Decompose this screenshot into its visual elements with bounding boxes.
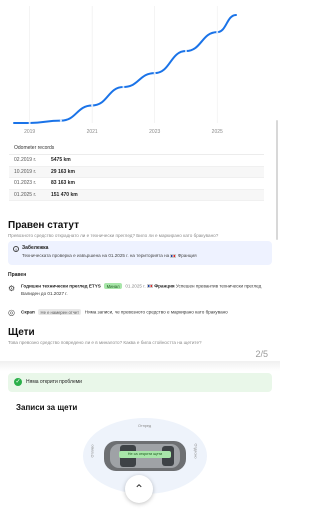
chevron-up-icon: ⌃ [133,482,145,496]
odometer-value: 29 163 km [51,168,75,175]
inspection-date: 01.2025 г. [125,283,146,289]
mileage-point [59,119,63,122]
damage-subtitle: Това превозно средство повредено ли е в … [8,340,202,345]
no-damage-badge: Не са открити щети [119,451,171,458]
note-text: Техническата проверка е извършена на 01.… [22,253,266,258]
legal-label: Правен [8,272,27,278]
mileage-point [122,85,125,89]
mileage-point [153,72,156,75]
page-indicator: 2/5 [255,349,268,359]
mileage-line [13,14,237,125]
odometer-row: 02.2019 г. 5475 km [9,155,264,167]
scrap-badge: Не е намерен отчет [38,309,82,315]
car-left-label: Отляво [90,444,95,458]
scrap-text: Няма записи, че превозното средство е ма… [84,309,228,315]
inspection-text: Успешен превантив технически преглед [175,283,262,289]
wrench-icon: ⚙ [8,284,16,293]
inspection-badge: Минал [104,283,123,289]
odometer-date: 01.2025 г. [14,191,37,198]
damage-title: Щети [8,327,35,338]
mileage-point [91,104,94,107]
mileage-point [184,49,188,53]
damage-records-title: Записи за щети [16,403,78,412]
info-icon: i [13,246,19,252]
legal-status-title: Правен статут [8,220,80,231]
target-icon: ◎ [8,308,15,317]
scrap-name: Скрап [21,309,35,315]
chart-tick-label: 2019 [24,129,35,135]
france-flag-icon [170,253,177,258]
odometer-row: 10.2019 г. 29 163 km [9,166,264,178]
odometer-value: 83 163 km [51,180,75,187]
odometer-table: Odometer records 02.2019 г. 5475 km 10.201… [9,143,264,201]
inspection-country: Франция [154,283,175,289]
chart-tick-label: 2023 [149,129,160,135]
inspection-name: Годишен технически преглед ETYS [21,283,101,289]
legal-status-subtitle: Превозното средство откраднато ли е техн… [8,233,219,238]
inspection-row: ⚙ Годишен технически преглед ETYS Минал … [8,283,272,296]
scroll-top-button[interactable]: ⌃ [125,475,153,503]
odometer-row: 01.2023 г. 83 163 km [9,178,264,190]
chart-tick-label: 2025 [212,129,223,135]
car-front-label: Отпред [138,424,152,428]
mileage-chart-svg: 2019 2021 2023 2025 [13,6,237,135]
note-country: Франция [177,253,197,258]
france-flag-icon [146,284,153,288]
note-title: Забележка [22,245,49,251]
scrollbar-thumb[interactable] [276,120,278,240]
odometer-date: 02.2019 г. [14,157,37,164]
odometer-row: 01.2025 г. 151 470 km [9,189,264,201]
no-problems-text: Няма открити проблеми [26,379,82,385]
odometer-title: Odometer records [9,143,264,155]
no-problems-box: ✓ Няма открити проблеми [8,373,272,392]
inspection-valid: Валиден до 01.2027 г. [21,291,68,296]
note-box: i Забележка Техническата проверка е извъ… [8,241,272,265]
odometer-value: 151 470 km [51,191,78,198]
car-right-label: Отдясно [193,443,198,459]
section-divider [0,361,280,371]
odometer-date: 01.2023 г. [14,180,37,187]
scrap-row: ◎ Скрап Не е намерен отчет Няма записи, … [8,307,272,317]
mileage-chart: 2019 2021 2023 2025 [0,0,280,140]
note-text-main: Техническата проверка е извършена на 01.… [22,253,170,258]
mileage-point [28,121,31,125]
odometer-value: 5475 km [51,157,71,164]
odometer-date: 10.2019 г. [14,168,37,175]
mileage-point [216,31,219,34]
check-icon: ✓ [14,378,22,386]
chart-tick-label: 2021 [87,129,98,135]
